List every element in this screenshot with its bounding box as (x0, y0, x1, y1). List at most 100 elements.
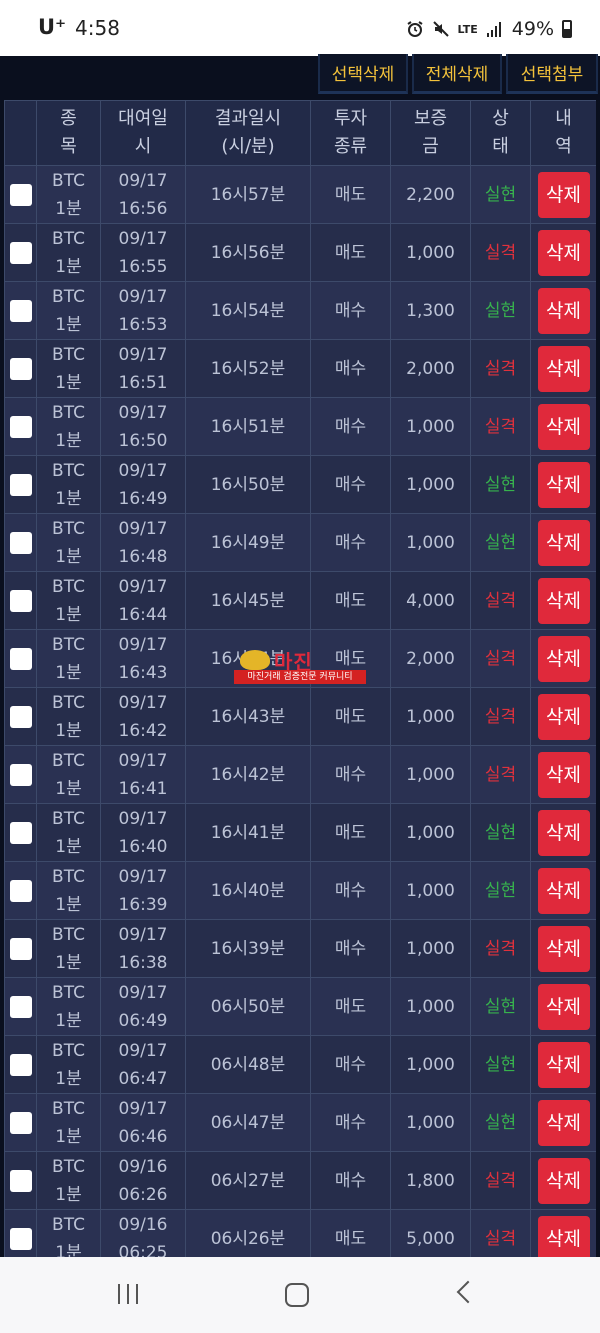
row-checkbox[interactable] (9, 995, 32, 1018)
back-icon[interactable] (456, 1280, 480, 1304)
rent-time-cell: 09/17 16:50 (100, 397, 186, 456)
status-bar: U⁺ 4:58 LTE 49% (0, 0, 600, 56)
delete-button[interactable]: 삭제 (537, 1215, 590, 1257)
table-row: BTC 1분 09/17 16:50 16시51분 매수 1,000 실격 삭제 (4, 397, 596, 456)
status-cell: 실격 (470, 223, 531, 282)
table-row: BTC 1분 09/16 06:25 06시26분 매도 5,000 실격 삭제 (4, 1209, 596, 1257)
symbol-cell: BTC 1분 (36, 629, 101, 688)
delete-button[interactable]: 삭제 (537, 287, 590, 334)
row-checkbox[interactable] (9, 299, 32, 322)
row-checkbox[interactable] (9, 241, 32, 264)
delete-button[interactable]: 삭제 (537, 925, 590, 972)
row-checkbox[interactable] (9, 1111, 32, 1134)
header-deposit: 보증 금 (390, 100, 471, 166)
delete-button[interactable]: 삭제 (537, 983, 590, 1030)
row-checkbox[interactable] (9, 821, 32, 844)
row-select-cell (4, 1209, 37, 1257)
deposit-cell: 1,000 (390, 1035, 471, 1094)
deposit-cell: 1,000 (390, 1093, 471, 1152)
delete-button[interactable]: 삭제 (537, 867, 590, 914)
row-checkbox[interactable] (9, 705, 32, 728)
row-select-cell (4, 629, 37, 688)
symbol-cell: BTC 1분 (36, 397, 101, 456)
delete-button[interactable]: 삭제 (537, 751, 590, 798)
delete-button[interactable]: 삭제 (537, 229, 590, 276)
row-select-cell (4, 861, 37, 920)
rent-time-cell: 09/17 16:39 (100, 861, 186, 920)
delete-button[interactable]: 삭제 (537, 1041, 590, 1088)
result-time-cell: 16시43분 (185, 687, 311, 746)
table-row: BTC 1분 09/16 06:26 06시27분 매수 1,800 실격 삭제 (4, 1151, 596, 1210)
row-checkbox[interactable] (9, 183, 32, 206)
header-result-time: 결과일시 (시/분) (185, 100, 311, 166)
detail-cell: 삭제 (530, 455, 596, 514)
delete-button[interactable]: 삭제 (537, 809, 590, 856)
detail-cell: 삭제 (530, 629, 596, 688)
row-checkbox[interactable] (9, 589, 32, 612)
status-cell: 실격 (470, 919, 531, 978)
table-row: BTC 1분 09/17 06:47 06시48분 매수 1,000 실현 삭제 (4, 1035, 596, 1094)
status-cell: 실격 (470, 1151, 531, 1210)
result-time-cell: 16시52분 (185, 339, 311, 398)
row-select-cell (4, 339, 37, 398)
delete-button[interactable]: 삭제 (537, 345, 590, 392)
invest-type-cell: 매도 (310, 629, 391, 688)
row-checkbox[interactable] (9, 763, 32, 786)
deposit-cell: 2,000 (390, 339, 471, 398)
delete-button[interactable]: 삭제 (537, 171, 590, 218)
detail-cell: 삭제 (530, 339, 596, 398)
detail-cell: 삭제 (530, 571, 596, 630)
delete-button[interactable]: 삭제 (537, 577, 590, 624)
navigation-bar (0, 1257, 600, 1333)
row-checkbox[interactable] (9, 1053, 32, 1076)
header-rent-time: 대여일 시 (100, 100, 186, 166)
row-select-cell (4, 223, 37, 282)
signal-icon (486, 22, 501, 37)
row-checkbox[interactable] (9, 879, 32, 902)
delete-button[interactable]: 삭제 (537, 461, 590, 508)
row-checkbox[interactable] (9, 1227, 32, 1250)
status-icons: LTE 49% (406, 14, 572, 44)
row-checkbox[interactable] (9, 647, 32, 670)
row-checkbox[interactable] (9, 473, 32, 496)
result-time-cell: 06시26분 (185, 1209, 311, 1257)
home-icon[interactable] (285, 1283, 309, 1307)
result-time-cell: 16시54분 (185, 281, 311, 340)
trade-history-table: 종목 대여일 시 결과일시 (시/분) 투자 종류 보증 금 상태 내역 BTC 1분 09… (4, 100, 596, 1257)
deposit-cell: 1,000 (390, 803, 471, 862)
delete-button[interactable]: 삭제 (537, 403, 590, 450)
rent-time-cell: 09/17 06:47 (100, 1035, 186, 1094)
delete-all-button[interactable]: 전체삭제 (412, 54, 502, 94)
delete-button[interactable]: 삭제 (537, 1099, 590, 1146)
row-checkbox[interactable] (9, 937, 32, 960)
deposit-cell: 2,200 (390, 165, 471, 224)
invest-type-cell: 매도 (310, 165, 391, 224)
invest-type-cell: 매도 (310, 571, 391, 630)
symbol-cell: BTC 1분 (36, 571, 101, 630)
delete-button[interactable]: 삭제 (537, 1157, 590, 1204)
row-checkbox[interactable] (9, 357, 32, 380)
symbol-cell: BTC 1분 (36, 977, 101, 1036)
row-checkbox[interactable] (9, 531, 32, 554)
row-select-cell (4, 513, 37, 572)
invest-type-cell: 매수 (310, 397, 391, 456)
table-row: BTC 1분 09/17 16:49 16시50분 매수 1,000 실현 삭제 (4, 455, 596, 514)
delete-button[interactable]: 삭제 (537, 519, 590, 566)
invest-type-cell: 매도 (310, 1209, 391, 1257)
row-checkbox[interactable] (9, 415, 32, 438)
detail-cell: 삭제 (530, 397, 596, 456)
delete-button[interactable]: 삭제 (537, 693, 590, 740)
delete-selected-button[interactable]: 선택삭제 (318, 54, 408, 94)
recent-apps-icon[interactable] (118, 1284, 140, 1304)
attach-selected-button[interactable]: 선택첨부 (506, 54, 598, 94)
row-checkbox[interactable] (9, 1169, 32, 1192)
delete-button[interactable]: 삭제 (537, 635, 590, 682)
status-cell: 실격 (470, 339, 531, 398)
row-select-cell (4, 687, 37, 746)
result-time-cell: 06시47분 (185, 1093, 311, 1152)
status-cell: 실현 (470, 165, 531, 224)
deposit-cell: 1,000 (390, 861, 471, 920)
invest-type-cell: 매수 (310, 513, 391, 572)
trade-history-table-wrapper[interactable]: 종목 대여일 시 결과일시 (시/분) 투자 종류 보증 금 상태 내역 BTC 1분 09… (4, 100, 596, 1257)
table-row: BTC 1분 09/17 16:39 16시40분 매수 1,000 실현 삭제 (4, 861, 596, 920)
